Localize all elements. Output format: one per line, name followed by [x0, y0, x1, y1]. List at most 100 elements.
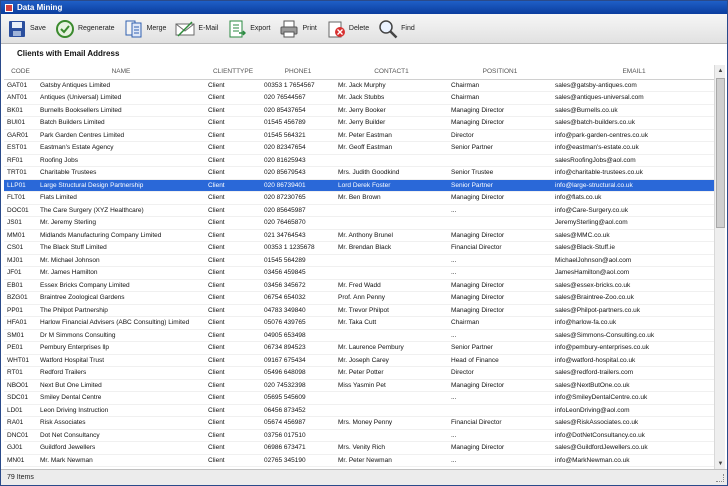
cell-position1: ... [448, 454, 552, 467]
cell-email1: sales@Burnells.co.uk [552, 104, 716, 117]
table-row[interactable]: DNC01 Dot Net Consultancy Client 03756 0175… [4, 429, 716, 442]
cell-contact1: Mr. Trevor Philpot [335, 304, 448, 317]
table-row[interactable]: PP01 The Philpot Partnership Client 04783 3… [4, 304, 716, 317]
table-row[interactable]: BK01 Burnells Booksellers Limited Client 02… [4, 104, 716, 117]
export-label: Export [250, 25, 271, 32]
table-row[interactable]: GAT01 Gatsby Antiques Limited Client 00353 … [4, 79, 716, 92]
resize-grip-icon[interactable] [716, 474, 724, 482]
table-row[interactable]: MM01 Midlands Manufacturing Company Limit… [4, 229, 716, 242]
cell-position1: Managing Director [448, 291, 552, 305]
column-header-name[interactable]: NAME [37, 65, 205, 80]
cell-name: Braintree Zoological Gardens [37, 291, 205, 305]
cell-code: FLT01 [4, 191, 37, 205]
table-row[interactable]: GJ01 Guildford Jewellers Client 06986 67347… [4, 441, 716, 455]
cell-phone1: 03756 017510 [261, 429, 335, 442]
table-row[interactable]: WHT01 Watford Hospital Trust Client 09167 6… [4, 354, 716, 367]
table-row[interactable]: NBO01 Next But One Limited Client 020 74532… [4, 379, 716, 392]
cell-email1: info@SmileyDentalCentre.co.uk [552, 391, 716, 405]
table-row[interactable]: LD01 Leon Driving Instruction Client 06456 … [4, 404, 716, 417]
cell-contact1: Mr. Jack Murphy [335, 79, 448, 92]
table-row[interactable]: DOC01 The Care Surgery (XYZ Healthcare) Cl… [4, 204, 716, 217]
cell-position1: Senior Trustee [448, 166, 552, 180]
find-button[interactable]: Find [376, 16, 419, 42]
email-label: E-Mail [198, 25, 219, 32]
cell-contact1: Mr. Anthony Brunel [335, 229, 448, 242]
table-row[interactable]: MJ01 Mr. Michael Johnson Client 01545 56428… [4, 254, 716, 267]
cell-position1 [448, 216, 552, 230]
table-row[interactable]: HFA01 Harlow Financial Advisers (ABC Cons… [4, 316, 716, 330]
cell-code: CS01 [4, 241, 37, 255]
column-header-clienttype[interactable]: CLIENTTYPE [205, 65, 261, 80]
table-row[interactable]: ANT01 Antiques (Universal) Limited Client 0… [4, 91, 716, 105]
table-row[interactable]: FLT01 Flats Limited Client 020 87230765 Mr. … [4, 191, 716, 205]
cell-email1: sales@GuildfordJewellers.co.uk [552, 441, 716, 455]
cell-name: Redford Trailers [37, 366, 205, 380]
cell-contact1 [335, 429, 448, 442]
column-header-code[interactable]: CODE [4, 65, 37, 80]
clients-table: CODE NAME CLIENTTYPE PHONE1 CONTACT1 POS… [4, 65, 716, 467]
table-row[interactable]: EB01 Essex Bricks Company Limited Client 03… [4, 279, 716, 292]
cell-contact1: Mr. Fred Wadd [335, 279, 448, 292]
table-row[interactable]: PE01 Pembury Enterprises llp Client 06734 8… [4, 341, 716, 355]
clients-grid[interactable]: CODE NAME CLIENTTYPE PHONE1 CONTACT1 POS… [4, 65, 716, 467]
table-row[interactable]: JS01 Mr. Jeremy Sterling Client 020 7646587… [4, 216, 716, 230]
cell-name: Mr. Mark Newman [37, 454, 205, 467]
cell-code: LLP01 [4, 179, 37, 192]
table-row[interactable]: LLP01 Large Structural Design Partnership… [4, 179, 716, 192]
export-button[interactable]: Export [225, 16, 274, 42]
scroll-up-icon[interactable]: ▲ [715, 65, 726, 76]
cell-phone1: 01545 564289 [261, 254, 335, 267]
print-button[interactable]: Print [277, 16, 320, 42]
email-button[interactable]: E-Mail [173, 16, 222, 42]
cell-code: DNC01 [4, 429, 37, 442]
scroll-down-icon[interactable]: ▼ [715, 458, 726, 469]
table-row[interactable]: TRT01 Charitable Trustees Client 020 856795… [4, 166, 716, 180]
table-row[interactable]: CS01 The Black Stuff Limited Client 00353 1… [4, 241, 716, 255]
merge-button[interactable]: Merge [122, 16, 171, 42]
item-count: 79 Items [7, 474, 34, 481]
column-header-position1[interactable]: POSITION1 [448, 65, 552, 80]
cell-position1: Financial Director [448, 241, 552, 255]
table-row[interactable]: RT01 Redford Trailers Client 05496 648098 Mr… [4, 366, 716, 380]
cell-name: Mr. James Hamilton [37, 266, 205, 280]
cell-phone1: 00353 1 7654567 [261, 79, 335, 92]
cell-email1: info@eastman's-estate.co.uk [552, 141, 716, 155]
column-header-email1[interactable]: EMAIL1 [552, 65, 716, 80]
cell-email1: sales@gatsby-antiques.com [552, 79, 716, 92]
table-row[interactable]: SDC01 Smiley Dental Centre Client 05695 545… [4, 391, 716, 405]
scroll-thumb[interactable] [716, 78, 725, 228]
table-row[interactable]: JF01 Mr. James Hamilton Client 03456 459845… [4, 266, 716, 280]
cell-code: JF01 [4, 266, 37, 280]
cell-clienttype: Client [205, 366, 261, 380]
cell-clienttype: Client [205, 129, 261, 142]
find-label: Find [401, 25, 415, 32]
cell-phone1: 01545 564321 [261, 129, 335, 142]
cell-contact1: Mr. Ben Brown [335, 191, 448, 205]
save-icon [7, 19, 27, 39]
column-header-contact1[interactable]: CONTACT1 [335, 65, 448, 80]
delete-label: Delete [348, 25, 370, 32]
delete-button[interactable]: Delete [324, 16, 373, 42]
cell-position1: Managing Director [448, 441, 552, 455]
merge-icon [124, 19, 144, 39]
table-row[interactable]: MN01 Mr. Mark Newman Client 02765 345190 Mr.… [4, 454, 716, 467]
cell-position1: Director [448, 366, 552, 380]
cell-position1: Managing Director [448, 379, 552, 392]
column-header-phone1[interactable]: PHONE1 [261, 65, 335, 80]
cell-email1: info@harlow-fa.co.uk [552, 316, 716, 330]
vertical-scrollbar[interactable]: ▲ ▼ [714, 65, 725, 469]
cell-code: RA01 [4, 416, 37, 430]
cell-email1: sales@NextButOne.co.uk [552, 379, 716, 392]
cell-contact1: Mr. Taka Cutt [335, 316, 448, 330]
table-row[interactable]: BUI01 Batch Builders Limited Client 01545 4… [4, 116, 716, 130]
table-row[interactable]: EST01 Eastman's Estate Agency Client 020 82… [4, 141, 716, 155]
table-row[interactable]: GAR01 Park Garden Centres Limited Client 01… [4, 129, 716, 142]
table-row[interactable]: SM01 Dr M Simmons Consulting Client 04905 6… [4, 329, 716, 342]
table-row[interactable]: RA01 Risk Associates Client 05674 456987 Mrs… [4, 416, 716, 430]
regenerate-button[interactable]: Regenerate [53, 16, 119, 42]
save-button[interactable]: Save [5, 16, 50, 42]
title-bar[interactable]: Data Mining [1, 1, 727, 14]
cell-phone1: 06456 873452 [261, 404, 335, 417]
table-row[interactable]: BZG01 Braintree Zoological Gardens Client 0… [4, 291, 716, 305]
table-row[interactable]: RF01 Roofing Jobs Client 020 81625943 salesR… [4, 154, 716, 167]
